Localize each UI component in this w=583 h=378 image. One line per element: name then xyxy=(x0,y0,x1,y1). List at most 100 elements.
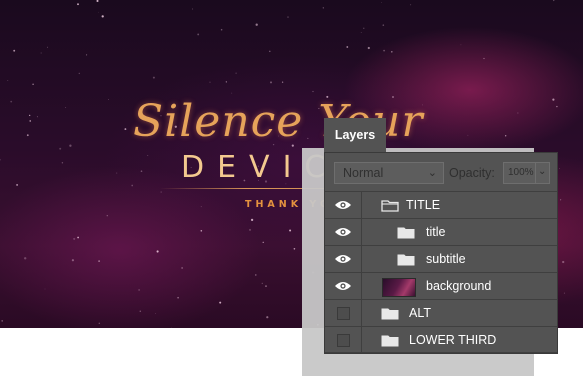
layer-row-subtitle[interactable]: subtitle xyxy=(325,245,557,272)
star xyxy=(563,292,565,294)
star xyxy=(29,120,31,122)
layer-name: background xyxy=(426,279,492,293)
star xyxy=(322,7,324,9)
star xyxy=(261,282,263,285)
opacity-separator xyxy=(535,163,536,183)
star xyxy=(44,288,46,290)
star xyxy=(346,46,349,48)
opacity-field[interactable]: 100% ⌄ xyxy=(503,162,550,184)
star xyxy=(78,72,81,75)
folder-icon xyxy=(381,200,399,212)
star xyxy=(177,296,179,299)
star xyxy=(262,241,264,243)
star xyxy=(96,0,99,3)
visibility-toggle[interactable] xyxy=(325,246,362,272)
star xyxy=(200,206,202,208)
star xyxy=(181,267,183,269)
star xyxy=(77,236,79,239)
panel-tab-bar: Layers xyxy=(324,118,558,152)
star xyxy=(381,2,382,3)
folder-icon xyxy=(381,308,399,320)
star xyxy=(517,112,519,114)
layer-thumbnail xyxy=(382,278,416,297)
star xyxy=(192,8,194,10)
star xyxy=(483,57,485,60)
star xyxy=(32,83,34,85)
star xyxy=(13,49,16,52)
blend-mode-value: Normal xyxy=(343,166,384,180)
star xyxy=(106,215,108,217)
star xyxy=(1,320,4,322)
star xyxy=(40,52,42,54)
layer-row-title[interactable]: title xyxy=(325,218,557,245)
star xyxy=(200,230,203,232)
layer-row-lower-third[interactable]: LOWER THIRD xyxy=(325,326,557,353)
star xyxy=(391,51,393,53)
opacity-value: 100% xyxy=(508,167,534,178)
star xyxy=(73,237,76,240)
star xyxy=(270,81,272,84)
layers-panel: Layers Normal ⌄ Opacity: 100% ⌄ TITLE ti… xyxy=(324,118,558,354)
star xyxy=(0,159,1,161)
star xyxy=(61,162,64,164)
hidden-checkbox[interactable] xyxy=(337,334,350,347)
star xyxy=(47,46,49,48)
star xyxy=(140,170,143,173)
layers-toolbar: Normal ⌄ Opacity: 100% ⌄ xyxy=(325,153,557,191)
hidden-checkbox[interactable] xyxy=(337,307,350,320)
star xyxy=(382,24,385,26)
star xyxy=(97,11,99,13)
star xyxy=(138,289,140,291)
visibility-toggle[interactable] xyxy=(325,273,362,299)
star xyxy=(235,72,237,74)
visibility-toggle[interactable] xyxy=(325,219,362,245)
layer-name: LOWER THIRD xyxy=(409,333,497,347)
chevron-down-icon[interactable]: ⌄ xyxy=(538,166,546,177)
star xyxy=(255,23,258,26)
star xyxy=(460,44,462,46)
layer-name: TITLE xyxy=(406,198,441,212)
star xyxy=(266,316,269,319)
folder-icon xyxy=(381,335,399,347)
star xyxy=(147,155,149,156)
star xyxy=(152,76,155,79)
opacity-label: Opacity: xyxy=(449,166,495,180)
star xyxy=(124,128,127,131)
star xyxy=(220,28,223,31)
layer-row-title-group[interactable]: TITLE xyxy=(325,191,557,218)
visibility-toggle[interactable] xyxy=(325,192,362,218)
star xyxy=(98,260,100,262)
layer-name: title xyxy=(426,225,446,239)
star xyxy=(560,199,562,201)
blend-mode-select[interactable]: Normal ⌄ xyxy=(334,162,444,184)
star xyxy=(24,257,27,260)
star xyxy=(156,250,159,253)
star xyxy=(59,147,62,150)
star xyxy=(69,144,72,147)
star xyxy=(556,105,558,108)
star xyxy=(108,99,109,101)
star xyxy=(16,183,19,186)
star xyxy=(65,107,67,108)
tab-layers[interactable]: Layers xyxy=(324,118,386,152)
star xyxy=(553,0,555,2)
star xyxy=(225,81,227,83)
star xyxy=(562,260,565,264)
layer-row-alt[interactable]: ALT xyxy=(325,299,557,326)
star xyxy=(160,191,162,193)
visibility-toggle[interactable] xyxy=(325,327,362,353)
star xyxy=(410,4,412,6)
star xyxy=(101,15,104,18)
layer-name: subtitle xyxy=(426,252,466,266)
star xyxy=(29,114,31,117)
star xyxy=(265,285,267,287)
star xyxy=(116,172,118,174)
star xyxy=(10,100,13,103)
eye-icon xyxy=(335,255,351,263)
visibility-toggle[interactable] xyxy=(325,300,362,326)
star xyxy=(287,16,289,18)
eye-icon xyxy=(335,201,351,209)
eye-icon xyxy=(335,282,351,290)
layer-row-background[interactable]: background xyxy=(325,272,557,299)
star xyxy=(269,50,271,53)
